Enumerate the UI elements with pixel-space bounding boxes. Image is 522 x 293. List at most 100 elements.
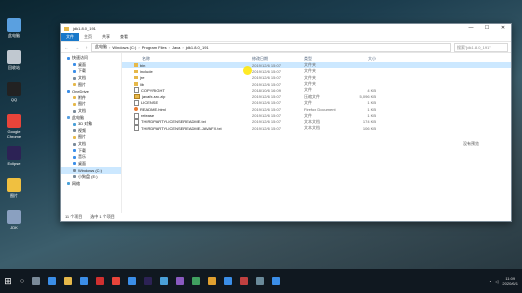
desktop-icon[interactable]: Google Chrome bbox=[3, 114, 25, 139]
file-row[interactable]: THIRDPARTYLICENSEREADME-JAVAFX.txt 2019/1… bbox=[122, 125, 511, 132]
breadcrumb-item[interactable]: Program Files bbox=[142, 45, 167, 50]
sidebar-item[interactable]: 此电脑 bbox=[61, 114, 121, 121]
column-type[interactable]: 类型 bbox=[304, 56, 348, 62]
sidebar-item-label: OneDrive bbox=[72, 88, 89, 94]
sidebar-item[interactable]: 网络 bbox=[61, 180, 121, 187]
column-date[interactable]: 修改日期 bbox=[252, 56, 304, 62]
ribbon-tabs: 文件 主页 共享 查看 bbox=[61, 33, 511, 42]
column-size[interactable]: 大小 bbox=[348, 56, 376, 62]
file-type: 文件 bbox=[304, 112, 312, 118]
chevron-right-icon[interactable]: › bbox=[109, 45, 110, 50]
store-icon[interactable] bbox=[80, 277, 88, 285]
folder-icon bbox=[73, 175, 76, 179]
file-name: README.html bbox=[140, 106, 166, 112]
desktop-icon[interactable]: 图片 bbox=[3, 178, 25, 199]
desktop-icon[interactable]: JDK bbox=[3, 210, 25, 230]
start-button[interactable]: ⊞ bbox=[0, 276, 16, 287]
app-11-icon[interactable] bbox=[192, 277, 200, 285]
file-name: lib bbox=[140, 81, 145, 87]
sidebar-item-label: 文档 bbox=[78, 108, 86, 114]
chevron-right-icon[interactable]: › bbox=[138, 45, 139, 50]
volume-icon[interactable]: ◁ bbox=[495, 279, 498, 284]
search-icon[interactable]: ○ bbox=[16, 278, 28, 285]
sidebar-item[interactable]: 3D 对象 bbox=[61, 121, 121, 128]
desktop-icon[interactable]: QQ bbox=[3, 82, 25, 102]
clock[interactable]: 11:09 2020/6/1 bbox=[502, 276, 518, 286]
search-input[interactable]: 搜索"jdk1.8.0_191" bbox=[454, 42, 508, 52]
file-explorer-window[interactable]: jdk1.8.0_191 — ☐ ✕ 文件 主页 共享 查看 ← → ↑ 此电脑… bbox=[60, 23, 512, 222]
title-bar[interactable]: jdk1.8.0_191 — ☐ ✕ bbox=[61, 24, 511, 33]
selected-count: 选中 1 个项目 bbox=[90, 213, 115, 219]
file-type: Firefox Document bbox=[304, 106, 336, 112]
back-icon[interactable]: ← bbox=[64, 45, 68, 50]
file-explorer-icon[interactable] bbox=[64, 277, 72, 285]
sidebar-item[interactable]: 下载 bbox=[61, 147, 121, 154]
app-14-icon[interactable] bbox=[240, 277, 248, 285]
sidebar-item[interactable]: 小狗盘 (E:) bbox=[61, 174, 121, 181]
tab-share[interactable]: 共享 bbox=[97, 34, 115, 40]
sidebar-item[interactable]: Windows (C:) bbox=[61, 167, 121, 174]
file-size: 5,096 KB bbox=[359, 94, 376, 100]
desktop-icon[interactable]: 此电脑 bbox=[3, 18, 25, 39]
preview-pane-hint: 没有预览 bbox=[463, 141, 479, 146]
jdk-app-icon[interactable] bbox=[96, 277, 104, 285]
qq-icon[interactable] bbox=[128, 277, 136, 285]
folder-icon bbox=[134, 75, 138, 80]
app-13-icon[interactable] bbox=[224, 277, 232, 285]
maximize-button[interactable]: ☐ bbox=[479, 24, 495, 33]
sidebar-item[interactable]: 附件 bbox=[61, 95, 121, 102]
column-name[interactable]: 名称 bbox=[122, 56, 252, 62]
sidebar-item-label: 小狗盘 (E:) bbox=[78, 173, 98, 179]
zip-icon bbox=[134, 93, 140, 100]
folder-icon bbox=[73, 102, 76, 106]
tab-home[interactable]: 主页 bbox=[79, 34, 97, 40]
sidebar-item[interactable]: 桌面 bbox=[61, 62, 121, 69]
sidebar-item[interactable]: 快速访问 bbox=[61, 55, 121, 62]
breadcrumb-item[interactable]: 此电脑 bbox=[95, 44, 107, 50]
breadcrumb-item[interactable]: Java bbox=[172, 45, 180, 50]
file-type: 文本文档 bbox=[304, 125, 320, 131]
edge-icon[interactable] bbox=[48, 277, 56, 285]
folder-icon bbox=[64, 26, 69, 31]
sidebar-item-label: 快速访问 bbox=[72, 55, 88, 61]
app-12-icon[interactable] bbox=[208, 277, 216, 285]
desktop-icon[interactable]: Eclipse bbox=[3, 146, 25, 166]
sidebar-item[interactable]: 文档 bbox=[61, 75, 121, 82]
app-16-icon[interactable] bbox=[272, 277, 280, 285]
sidebar-item[interactable]: 视频 bbox=[61, 128, 121, 135]
app-15-icon[interactable] bbox=[256, 277, 264, 285]
status-bar: 11 个项目 选中 1 个项目 bbox=[61, 213, 511, 220]
sidebar-item[interactable]: 下载 bbox=[61, 68, 121, 75]
sidebar-item[interactable]: 文档 bbox=[61, 108, 121, 115]
task-view-icon[interactable] bbox=[32, 277, 40, 285]
forward-icon[interactable]: → bbox=[75, 45, 79, 50]
sidebar-item[interactable]: 桌面 bbox=[61, 161, 121, 168]
tab-file[interactable]: 文件 bbox=[61, 33, 79, 41]
sidebar-item[interactable]: 图片 bbox=[61, 101, 121, 108]
file-name-cell: lib bbox=[122, 82, 252, 87]
file-size: 4 KB bbox=[367, 87, 376, 93]
desktop-icon[interactable]: 回收站 bbox=[3, 50, 25, 71]
sidebar-item[interactable]: OneDrive bbox=[61, 88, 121, 95]
app-9-icon[interactable] bbox=[160, 277, 168, 285]
sidebar-item-label: 图片 bbox=[78, 81, 86, 87]
app-10-icon[interactable] bbox=[176, 277, 184, 285]
sidebar-item[interactable]: 音乐 bbox=[61, 154, 121, 161]
breadcrumb-item[interactable]: Windows (C:) bbox=[112, 45, 136, 50]
tab-view[interactable]: 查看 bbox=[115, 34, 133, 40]
breadcrumb[interactable]: 此电脑 › Windows (C:) › Program Files › Java › jdk1… bbox=[91, 42, 451, 52]
sidebar-item[interactable]: 图片 bbox=[61, 134, 121, 141]
close-button[interactable]: ✕ bbox=[495, 24, 511, 33]
minimize-button[interactable]: — bbox=[463, 24, 479, 33]
chevron-right-icon[interactable]: › bbox=[169, 45, 170, 50]
sidebar-item[interactable]: 文档 bbox=[61, 141, 121, 148]
desktop-icon-label: 图片 bbox=[10, 193, 18, 198]
eclipse-icon[interactable] bbox=[144, 277, 152, 285]
sidebar-item[interactable]: 图片 bbox=[61, 81, 121, 88]
up-icon[interactable]: ↑ bbox=[86, 45, 88, 50]
network-icon[interactable]: ◔ bbox=[489, 279, 491, 284]
chrome-icon[interactable] bbox=[112, 277, 120, 285]
breadcrumb-item[interactable]: jdk1.8.0_191 bbox=[186, 45, 209, 50]
chevron-right-icon[interactable]: › bbox=[182, 45, 183, 50]
file-name-cell: THIRDPARTYLICENSEREADME-JAVAFX.txt bbox=[122, 125, 252, 132]
